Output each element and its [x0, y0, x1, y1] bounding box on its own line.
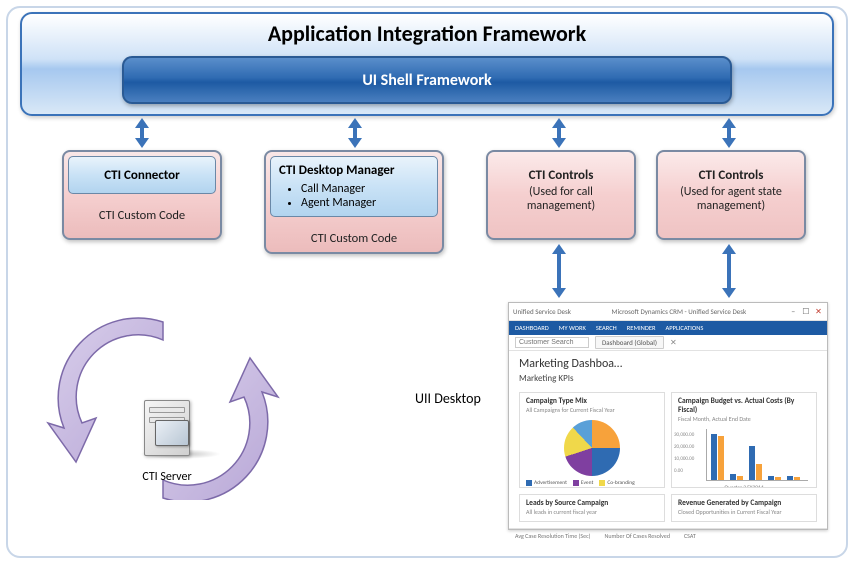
cti-desktop-manager-bullets: Call Manager Agent Manager — [301, 182, 429, 210]
pie-legend: Advertisement Event Co-branding Other Di… — [526, 480, 658, 488]
panel-title: Campaign Type Mix — [526, 397, 658, 406]
arrow-icon — [552, 118, 566, 148]
cti-controls-agent-sub: (Used for agent state management) — [666, 185, 796, 213]
ui-shell-label: UI Shell Framework — [362, 71, 491, 90]
panel-sub: All leads in current fiscal year — [526, 508, 658, 516]
panel-title: Leads by Source Campaign — [526, 499, 658, 508]
cti-connector-box: CTI Connector CTI Custom Code — [62, 150, 222, 240]
panel-sub: Fiscal Month, Actual End Date — [678, 415, 810, 423]
arrow-icon — [722, 118, 736, 148]
tab-dashboard-global[interactable]: Dashboard (Global) — [595, 336, 664, 349]
bullet-agent-manager: Agent Manager — [301, 196, 429, 210]
cti-server-label: CTI Server — [117, 470, 217, 484]
pie-chart-icon — [564, 420, 620, 476]
panel-leads-by-source: Leads by Source Campaign All leads in cu… — [519, 494, 665, 522]
menu-bar: DASHBOARD MY WORK SEARCH REMINDER APPLIC… — [509, 321, 827, 335]
panel-campaign-budget-vs-actual: Campaign Budget vs. Actual Costs (By Fis… — [671, 392, 817, 488]
cti-desktop-manager-title: CTI Desktop Manager — [279, 163, 429, 178]
window-app-name: Unified Service Desk — [513, 307, 571, 316]
maximize-icon[interactable]: ☐ — [801, 308, 810, 317]
menu-item[interactable]: APPLICATIONS — [666, 324, 704, 332]
menu-item[interactable]: SEARCH — [596, 324, 617, 332]
panel-title: Campaign Budget vs. Actual Costs (By Fis… — [678, 397, 810, 415]
page-title: Marketing Dashboa… — [519, 357, 817, 371]
cti-connector-sub: CTI Custom Code — [64, 198, 220, 231]
cti-controls-call-sub: (Used for call management) — [496, 185, 626, 213]
footer-metric: Number Of Cases Resolved — [604, 532, 670, 540]
window-titlebar: Unified Service Desk Microsoft Dynamics … — [509, 303, 827, 321]
bullet-call-manager: Call Manager — [301, 182, 429, 196]
footer-bar: Avg Case Resolution Time (Sec) Number Of… — [509, 528, 827, 542]
window-controls: – ☐ ✕ — [787, 307, 823, 317]
app-integration-framework-box: Application Integration Framework UI She… — [20, 12, 834, 116]
cti-controls-call-box: CTI Controls (Used for call management) — [486, 150, 636, 240]
minimize-icon[interactable]: – — [789, 308, 798, 317]
arrow-icon — [552, 244, 566, 298]
bar-chart — [706, 429, 808, 481]
arrow-icon — [135, 118, 149, 148]
arrow-icon — [348, 118, 362, 148]
cti-desktop-manager-sub: CTI Custom Code — [266, 221, 442, 254]
menu-item[interactable]: MY WORK — [559, 324, 586, 332]
page-subtitle: Marketing KPIs — [519, 373, 817, 384]
ui-shell-framework-box: UI Shell Framework — [122, 56, 732, 104]
cti-server-graphic: CTI Server — [117, 400, 217, 484]
cti-controls-call-title: CTI Controls — [496, 168, 626, 183]
tab-close-icon[interactable]: ✕ — [670, 338, 677, 348]
customer-search-input[interactable] — [515, 337, 589, 348]
panel-campaign-type-mix: Campaign Type Mix All Campaigns for Curr… — [519, 392, 665, 488]
panel-sub: Closed Opportunities in Current Fiscal Y… — [678, 508, 810, 516]
uii-desktop-screenshot: Unified Service Desk Microsoft Dynamics … — [508, 302, 828, 530]
cti-controls-agent-box: CTI Controls (Used for agent state manag… — [656, 150, 806, 240]
panel-title: Revenue Generated by Campaign — [678, 499, 810, 508]
menu-item[interactable]: DASHBOARD — [515, 324, 549, 332]
cti-connector-title: CTI Connector — [104, 168, 180, 183]
cti-desktop-manager-box: CTI Desktop Manager Call Manager Agent M… — [264, 150, 444, 254]
app-integration-title: Application Integration Framework — [22, 14, 832, 47]
cti-controls-agent-title: CTI Controls — [666, 168, 796, 183]
menu-item[interactable]: REMINDER — [627, 324, 656, 332]
panel-revenue-by-campaign: Revenue Generated by Campaign Closed Opp… — [671, 494, 817, 522]
bar-xlabel: Quarter 3 FY2014 — [678, 485, 810, 488]
server-monitor-icon — [155, 420, 189, 446]
uii-desktop-label: UII Desktop — [415, 390, 481, 407]
footer-metric: Avg Case Resolution Time (Sec) — [515, 532, 590, 540]
toolbar: Dashboard (Global) ✕ — [509, 335, 827, 351]
close-icon[interactable]: ✕ — [814, 308, 823, 317]
panel-sub: All Campaigns for Current Fiscal Year — [526, 406, 658, 414]
window-title: Microsoft Dynamics CRM - Unified Service… — [612, 307, 747, 316]
footer-metric: CSAT — [684, 532, 696, 540]
arrow-icon — [722, 244, 736, 298]
